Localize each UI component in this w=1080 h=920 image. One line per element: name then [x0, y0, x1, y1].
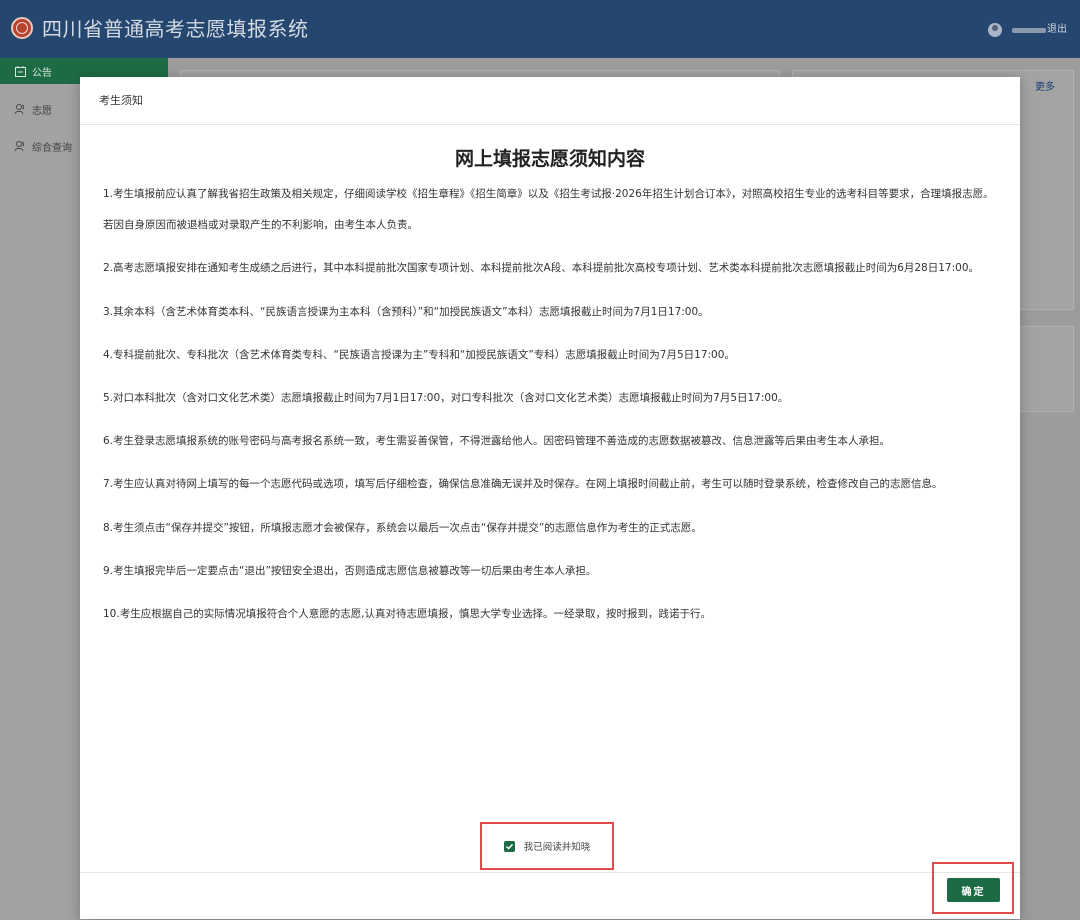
notice-item-2: 2.高考志愿填报安排在通知考生成绩之后进行，其中本科提前批次国家专项计划、本科提…	[103, 262, 979, 275]
notice-item-6: 6.考生登录志愿填报系统的账号密码与高考报名系统一致，考生需妥善保管，不得泄露给…	[103, 435, 891, 448]
check-icon	[505, 843, 513, 850]
modal-title: 考生须知	[99, 94, 143, 107]
notice-item-1: 1.考生填报前应认真了解我省招生政策及相关规定，仔细阅读学校《招生章程》《招生简…	[103, 188, 994, 232]
more-link[interactable]: 更多	[1035, 78, 1055, 93]
agree-highlight-box: 我已阅读并知晓	[480, 822, 614, 870]
user-icon	[14, 103, 26, 115]
notice-heading: 网上填报志愿须知内容	[454, 148, 645, 170]
app-title: 四川省普通高考志愿填报系统	[42, 17, 309, 41]
notice-icon	[14, 65, 26, 77]
top-header: 四川省普通高考志愿填报系统 退出	[0, 0, 1080, 58]
modal-footer	[80, 872, 1020, 919]
confirm-button[interactable]: 确定	[947, 878, 1000, 902]
notice-item-4: 4.专科提前批次、专科批次（含艺术体育类专科、“民族语言授课为主”专科和“加授民…	[103, 348, 735, 361]
user-name-redacted	[1012, 28, 1046, 33]
notice-item-10: 10.考生应根据自己的实际情况填报符合个人意愿的志愿,认真对待志愿填报，慎思大学…	[103, 608, 712, 621]
modal-header: 考生须知	[80, 77, 1020, 125]
notice-modal: 考生须知 网上填报志愿须知内容 1.考生填报前应认真了解我省招生政策及相关规定，…	[80, 77, 1020, 919]
notice-item-8: 8.考生须点击“保存并提交”按钮，所填报志愿才会被保存，系统会以最后一次点击“保…	[103, 521, 702, 534]
sidebar-item-label: 公告	[32, 67, 52, 79]
sidebar-item-label: 综合查询	[32, 142, 72, 154]
confirm-highlight-box: 确定	[932, 862, 1014, 914]
notice-item-3: 3.其余本科（含艺术体育类本科、“民族语言授课为主本科（含预科）”和“加授民族语…	[103, 305, 709, 318]
notice-item-5: 5.对口本科批次（含对口文化艺术类）志愿填报截止时间为7月1日17:00，对口专…	[103, 392, 789, 405]
logout-link[interactable]: 退出	[1047, 23, 1067, 37]
notice-item-9: 9.考生填报完毕后一定要点击“退出”按钮安全退出，否则造成志愿信息被篡改等一切后…	[103, 564, 597, 577]
notice-item-7: 7.考生应认真对待网上填写的每一个志愿代码或选项，填写后仔细检查，确保信息准确无…	[103, 478, 943, 491]
user-avatar-icon[interactable]	[988, 23, 1002, 37]
user-icon	[14, 140, 26, 152]
sidebar-item-label: 志愿	[32, 105, 52, 117]
notice-list: 1.考生填报前应认真了解我省招生政策及相关规定，仔细阅读学校《招生章程》《招生简…	[103, 179, 1003, 642]
agree-checkbox[interactable]	[503, 840, 515, 852]
emblem-logo-icon	[11, 17, 33, 39]
agree-label[interactable]: 我已阅读并知晓	[524, 839, 591, 853]
